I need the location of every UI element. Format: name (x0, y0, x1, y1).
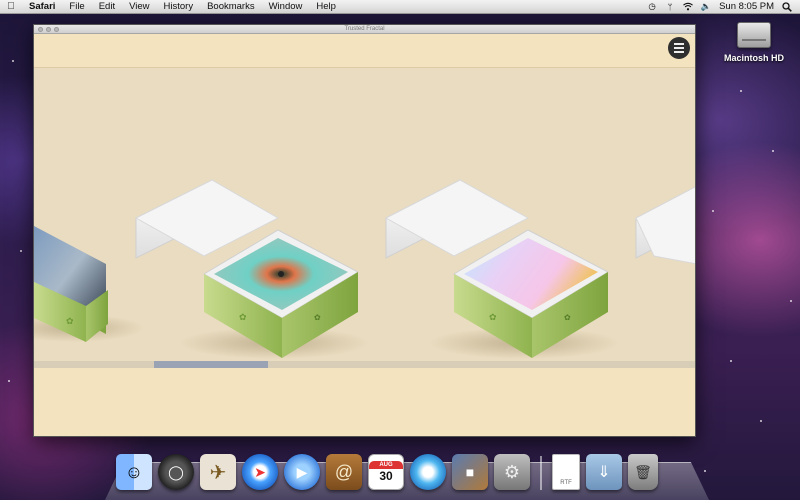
calendar-month: AUG (369, 461, 403, 469)
apple-icon[interactable]:  (0, 1, 22, 12)
gallery-canvas: ✿ ✿ ✿ ✿ ✿ (34, 179, 696, 359)
spotlight-icon[interactable] (782, 1, 792, 12)
window-controls (38, 27, 59, 32)
svg-text:✿: ✿ (239, 313, 247, 323)
volume-icon[interactable]: 🔈 (701, 1, 712, 12)
menu-safari[interactable]: Safari (22, 1, 62, 12)
menu-bar:  Safari File Edit View History Bookmark… (0, 0, 800, 14)
menu-help[interactable]: Help (309, 1, 343, 12)
svg-text:✿: ✿ (489, 313, 497, 323)
menu-history[interactable]: History (157, 1, 201, 12)
app-top-bar (34, 34, 695, 68)
fractal-box-3[interactable]: ✿ ✿ (384, 179, 619, 359)
itunes-icon[interactable]: ♫ (410, 454, 446, 490)
gallery-scrollbar[interactable] (34, 361, 695, 368)
finder-icon[interactable]: ☺ (116, 454, 152, 490)
ichat-icon[interactable]: ▶ (284, 454, 320, 490)
svg-text:✿: ✿ (564, 313, 571, 322)
mail-icon[interactable]: ✈ (200, 454, 236, 490)
safari-window: Trusted Fractal ✿ ✿ ✿ ✿ ✿ (33, 24, 696, 437)
dashboard-icon[interactable]: ◯ (158, 454, 194, 490)
macintosh-hd[interactable]: Macintosh HD (716, 22, 792, 63)
hard-drive-icon[interactable] (737, 22, 771, 48)
dock: ☺ ◯ ✈ ➤ ▶ @ AUG 30 ♫ ■ ⚙ RTF ⇓ 🗑 (116, 446, 658, 490)
system-preferences-icon[interactable]: ⚙ (494, 454, 530, 490)
window-title: Trusted Fractal (344, 26, 385, 32)
downloads-folder-icon[interactable]: ⇓ (586, 454, 622, 490)
svg-text:✿: ✿ (314, 313, 321, 322)
app-footer-bar (34, 368, 695, 436)
close-button[interactable] (38, 27, 43, 32)
document-label: RTF (560, 480, 572, 486)
iphoto-icon[interactable]: ■ (452, 454, 488, 490)
scrollbar-thumb[interactable] (154, 361, 268, 368)
fractal-box-2[interactable]: ✿ ✿ (134, 179, 369, 359)
time-machine-icon[interactable]: ◷ (647, 1, 657, 12)
bluetooth-icon[interactable]: ᛘ (665, 2, 675, 12)
safari-icon[interactable]: ➤ (242, 454, 278, 490)
fractal-box-4[interactable] (635, 186, 696, 265)
rtf-document-icon[interactable]: RTF (552, 454, 580, 490)
drive-label: Macintosh HD (723, 53, 784, 63)
gallery-stage: ✿ ✿ ✿ ✿ ✿ (34, 68, 695, 395)
zoom-button[interactable] (54, 27, 59, 32)
svg-text:✿: ✿ (66, 317, 74, 327)
fractal-box-1[interactable]: ✿ (34, 226, 144, 342)
menu-edit[interactable]: Edit (92, 1, 122, 12)
menu-file[interactable]: File (62, 1, 91, 12)
calendar-day: 30 (379, 469, 393, 483)
dock-separator (540, 456, 542, 490)
address-book-icon[interactable]: @ (326, 454, 362, 490)
window-titlebar[interactable]: Trusted Fractal (34, 25, 695, 34)
trash-icon[interactable]: 🗑 (628, 454, 658, 490)
clock[interactable]: Sun 8:05 PM (719, 1, 774, 12)
menu-window[interactable]: Window (262, 1, 310, 12)
ical-icon[interactable]: AUG 30 (368, 454, 404, 490)
menu-view[interactable]: View (122, 1, 156, 12)
wifi-icon[interactable] (683, 2, 693, 12)
menu-bookmarks[interactable]: Bookmarks (200, 1, 262, 12)
minimize-button[interactable] (46, 27, 51, 32)
status-area: ◷ ᛘ 🔈 Sun 8:05 PM (647, 1, 800, 12)
hamburger-icon[interactable] (668, 37, 690, 59)
